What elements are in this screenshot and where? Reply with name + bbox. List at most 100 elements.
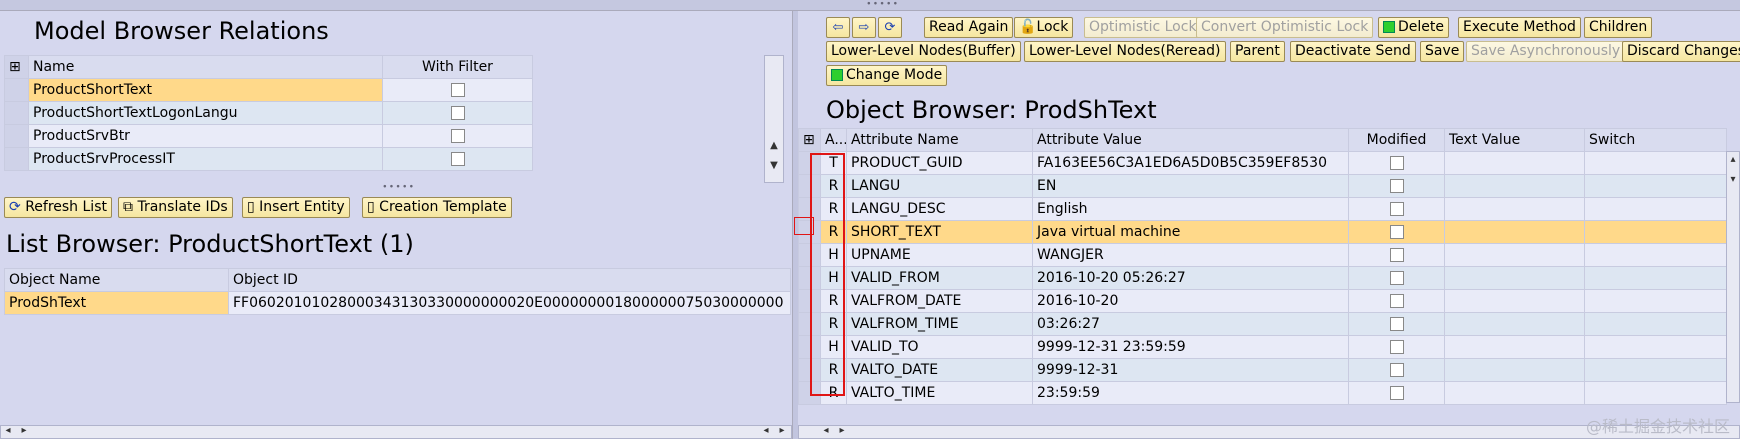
top-resize-bar[interactable]: ∙∙∙∙∙ — [0, 0, 1740, 11]
column-header-name[interactable]: Name — [28, 55, 383, 79]
table-row[interactable]: R VALTO_DATE 9999-12-31 — [798, 358, 1727, 382]
column-header-with-filter[interactable]: With Filter — [382, 55, 533, 79]
scroll-down-icon[interactable]: ▾ — [1726, 174, 1740, 185]
refresh-button[interactable]: ⟳ — [878, 17, 902, 38]
modified-cell[interactable] — [1348, 381, 1445, 405]
text-value[interactable] — [1444, 174, 1585, 198]
scroll-down-icon[interactable]: ▼ — [767, 160, 781, 171]
modified-checkbox[interactable] — [1389, 225, 1404, 239]
attribute-name[interactable]: VALTO_DATE — [846, 358, 1033, 382]
text-value[interactable] — [1444, 312, 1585, 336]
delete-button[interactable]: Delete — [1378, 17, 1449, 38]
scroll-left-icon[interactable]: ◂ — [819, 425, 833, 436]
change-mode-button[interactable]: Change Mode — [826, 65, 948, 86]
creation-template-button[interactable]: ▯ Creation Template — [362, 197, 512, 218]
table-row[interactable]: ProductShortText — [4, 78, 533, 102]
scroll-up-icon[interactable]: ▴ — [1726, 154, 1740, 165]
modified-checkbox[interactable] — [1389, 156, 1404, 170]
refresh-list-button[interactable]: ⟳ Refresh List — [4, 197, 112, 218]
row-selector[interactable] — [4, 78, 29, 102]
attribute-value[interactable]: 2016-10-20 05:26:27 — [1032, 266, 1349, 290]
modified-checkbox[interactable] — [1389, 202, 1404, 216]
table-row[interactable]: ProductShortTextLogonLangu — [4, 101, 533, 125]
scroll-right-icon[interactable]: ▸ — [835, 425, 849, 436]
translate-ids-button[interactable]: ⧉ Translate IDs — [118, 197, 233, 218]
attribute-value[interactable]: 2016-10-20 — [1032, 289, 1349, 313]
text-value[interactable] — [1444, 381, 1585, 405]
with-filter-checkbox[interactable] — [450, 83, 465, 97]
back-button[interactable]: ⇦ — [826, 17, 850, 38]
insert-entity-button[interactable]: ▯ Insert Entity — [242, 197, 350, 218]
text-value[interactable] — [1444, 243, 1585, 267]
table-row[interactable]: R VALFROM_DATE 2016-10-20 — [798, 289, 1727, 313]
forward-button[interactable]: ⇨ — [852, 17, 876, 38]
attribute-name[interactable]: LANGU — [846, 174, 1033, 198]
row-selector[interactable] — [4, 101, 29, 125]
lock-button[interactable]: 🔓Lock — [1014, 17, 1074, 38]
children-button[interactable]: Children — [1584, 17, 1653, 38]
attribute-value[interactable]: English — [1032, 197, 1349, 221]
save-async-button[interactable]: Save Asynchronously — [1466, 41, 1626, 62]
attribute-value[interactable]: 03:26:27 — [1032, 312, 1349, 336]
modified-cell[interactable] — [1348, 266, 1445, 290]
object-browser-vscroll[interactable]: ▴ ▾ — [1726, 151, 1740, 403]
with-filter-cell[interactable] — [382, 78, 533, 102]
switch-cell[interactable] — [1584, 381, 1727, 405]
text-value[interactable] — [1444, 358, 1585, 382]
attribute-value[interactable]: 9999-12-31 — [1032, 358, 1349, 382]
modified-cell[interactable] — [1348, 335, 1445, 359]
scroll-left-icon[interactable]: ◂ — [759, 425, 773, 436]
column-header-text-value[interactable]: Text Value — [1444, 128, 1585, 152]
modified-cell[interactable] — [1348, 174, 1445, 198]
switch-cell[interactable] — [1584, 266, 1727, 290]
table-settings-icon[interactable]: ⊞ — [4, 55, 29, 79]
row-selector[interactable] — [4, 124, 29, 148]
table-row[interactable]: ProductSrvBtr — [4, 124, 533, 148]
with-filter-checkbox[interactable] — [450, 152, 465, 166]
with-filter-checkbox[interactable] — [450, 106, 465, 120]
column-header-modified[interactable]: Modified — [1348, 128, 1445, 152]
column-header-switch[interactable]: Switch — [1584, 128, 1727, 152]
modified-cell[interactable] — [1348, 197, 1445, 221]
attribute-value[interactable]: 9999-12-31 23:59:59 — [1032, 335, 1349, 359]
text-value[interactable] — [1444, 335, 1585, 359]
discard-changes-button[interactable]: Discard Changes — [1622, 41, 1740, 62]
modified-cell[interactable] — [1348, 220, 1445, 244]
text-value[interactable] — [1444, 197, 1585, 221]
switch-cell[interactable] — [1584, 335, 1727, 359]
row-selector[interactable] — [4, 147, 29, 171]
modified-cell[interactable] — [1348, 358, 1445, 382]
attribute-value[interactable]: Java virtual machine — [1032, 220, 1349, 244]
table-row[interactable]: ProdShText FF060201010280003431303300000… — [4, 291, 791, 315]
left-hscroll[interactable]: ◂ ▸ ◂ ▸ — [0, 425, 792, 439]
column-header-attribute-name[interactable]: Attribute Name — [846, 128, 1033, 152]
attribute-value[interactable]: FA163EE56C3A1ED6A5D0B5C359EF8530 — [1032, 151, 1349, 175]
text-value[interactable] — [1444, 151, 1585, 175]
modified-checkbox[interactable] — [1389, 294, 1404, 308]
switch-cell[interactable] — [1584, 197, 1727, 221]
table-row[interactable]: R SHORT_TEXT Java virtual machine — [798, 220, 1727, 244]
execute-method-button[interactable]: Execute Method — [1458, 17, 1581, 38]
column-header-object-name[interactable]: Object Name — [4, 268, 229, 292]
scroll-up-icon[interactable]: ▲ — [767, 140, 781, 151]
table-row[interactable]: R LANGU_DESC English — [798, 197, 1727, 221]
object-id[interactable]: FF06020101028000343130330000000020E00000… — [228, 291, 791, 315]
with-filter-cell[interactable] — [382, 124, 533, 148]
column-header-attribute-value[interactable]: Attribute Value — [1032, 128, 1349, 152]
switch-cell[interactable] — [1584, 174, 1727, 198]
attribute-name[interactable]: VALFROM_TIME — [846, 312, 1033, 336]
modified-checkbox[interactable] — [1389, 179, 1404, 193]
deactivate-send-button[interactable]: Deactivate Send — [1290, 41, 1416, 62]
relation-name[interactable]: ProductShortText — [28, 78, 383, 102]
scroll-left-icon[interactable]: ◂ — [1, 425, 15, 436]
relation-name[interactable]: ProductSrvProcessIT — [28, 147, 383, 171]
table-row[interactable]: H VALID_FROM 2016-10-20 05:26:27 — [798, 266, 1727, 290]
with-filter-checkbox[interactable] — [450, 129, 465, 143]
text-value[interactable] — [1444, 220, 1585, 244]
lower-level-reread-button[interactable]: Lower-Level Nodes(Reread) — [1024, 41, 1226, 62]
attribute-name[interactable]: VALID_TO — [846, 335, 1033, 359]
modified-checkbox[interactable] — [1389, 340, 1404, 354]
attribute-name[interactable]: VALTO_TIME — [846, 381, 1033, 405]
modified-cell[interactable] — [1348, 151, 1445, 175]
attribute-name[interactable]: PRODUCT_GUID — [846, 151, 1033, 175]
